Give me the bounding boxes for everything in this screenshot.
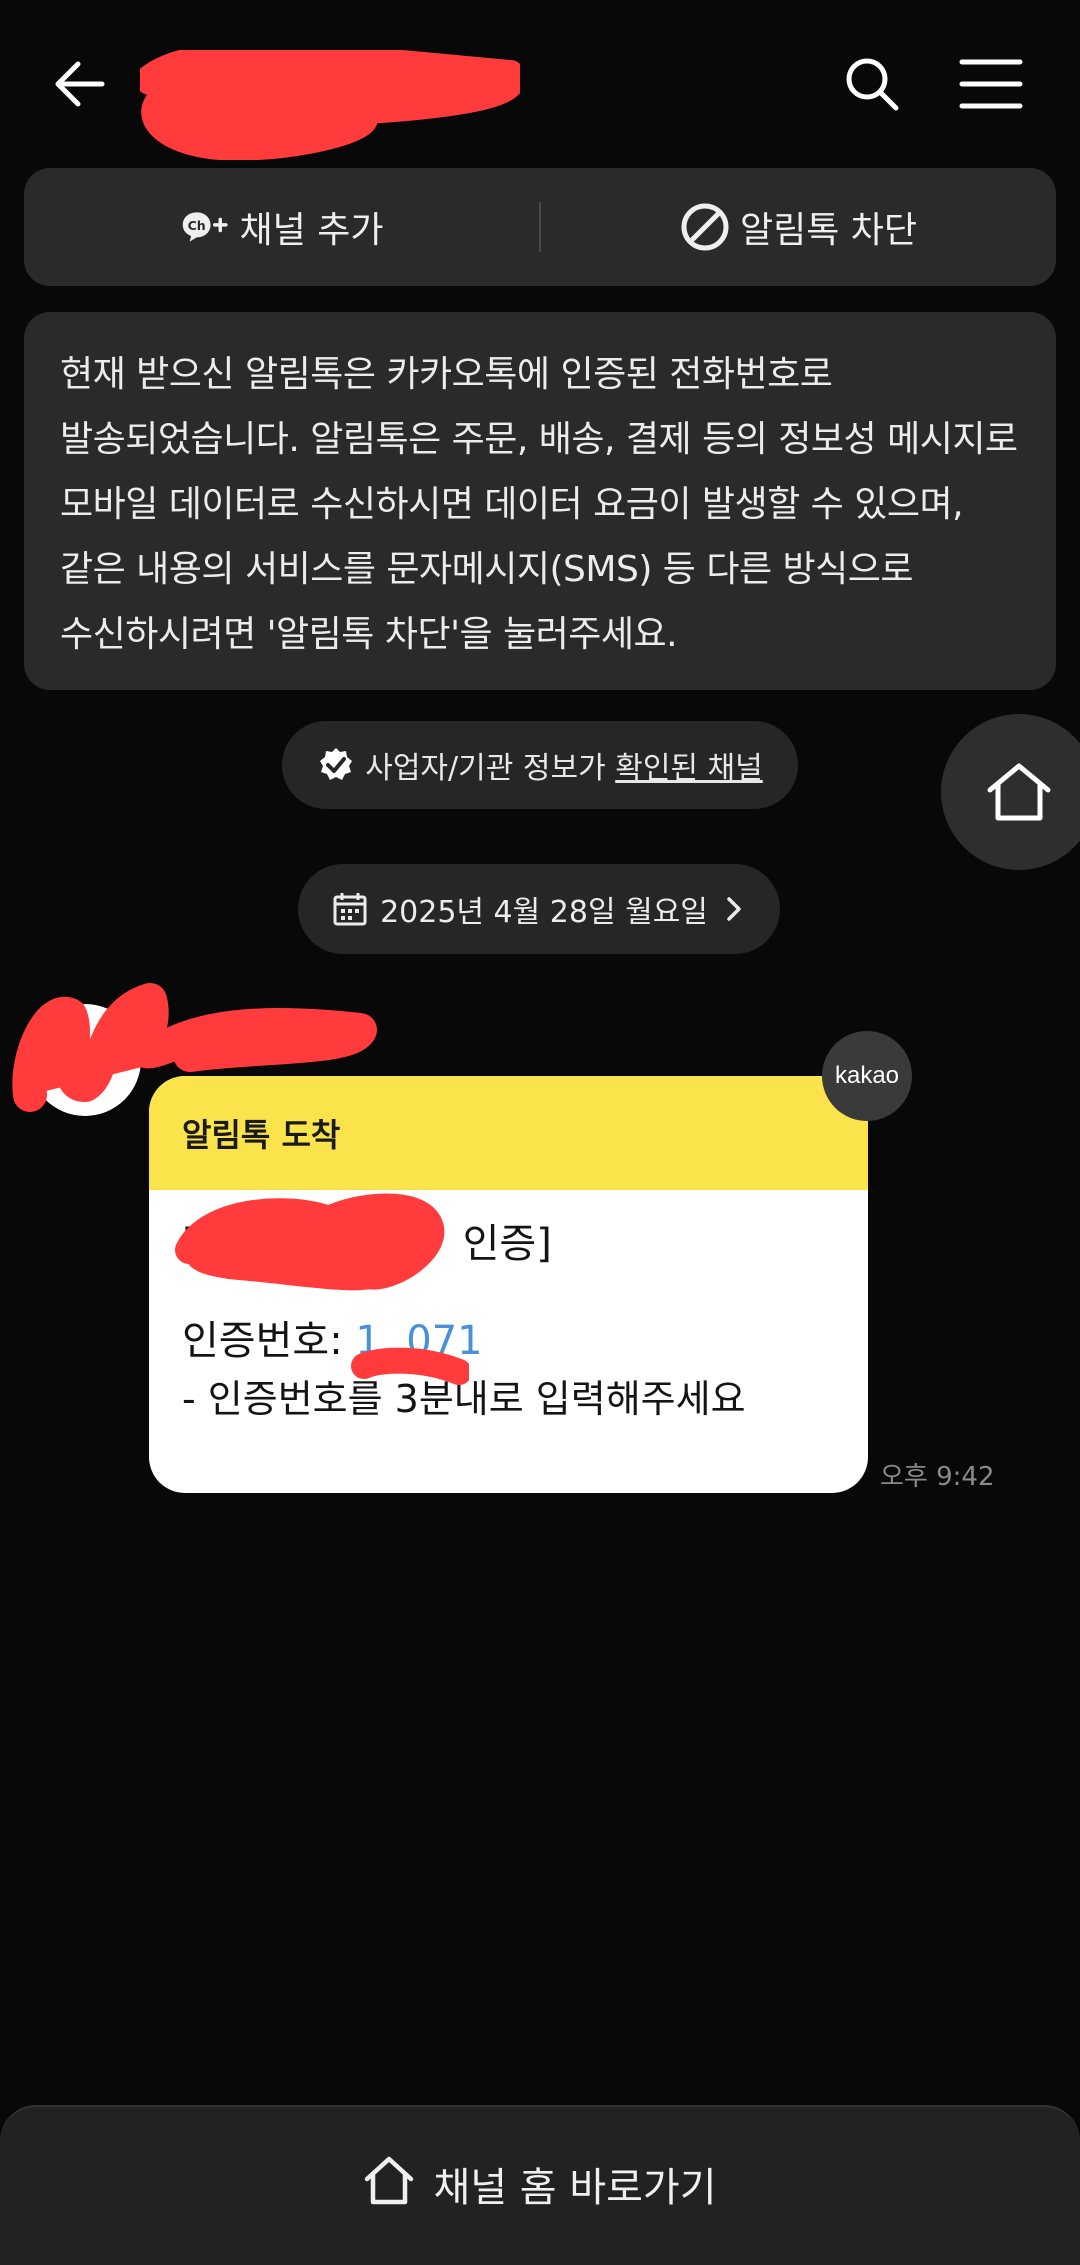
service-name-line: [ 인증] — [182, 1214, 835, 1274]
date-label: 2025년 4월 28일 월요일 — [380, 895, 708, 930]
back-button[interactable] — [48, 52, 112, 116]
channel-plus-icon: Ch — [180, 202, 230, 252]
channel-action-bar: Ch 채널 추가 알림톡 차단 — [24, 168, 1056, 286]
notice-text: 현재 받으신 알림톡은 카카오톡에 인증된 전화번호로 발송되었습니다. 알림톡… — [60, 354, 1018, 655]
home-icon — [987, 763, 1051, 821]
auth-suffix: 인증] — [462, 1221, 552, 1267]
verified-channel-badge: 사업자/기관 정보가 확인된 채널 — [282, 721, 798, 809]
channel-home-button[interactable] — [941, 714, 1080, 870]
chevron-right-icon — [722, 894, 746, 924]
kakao-badge-label: kakao — [834, 1062, 900, 1089]
message-timestamp: 오후 9:42 — [880, 1456, 995, 1493]
verified-prefix: 사업자/기관 정보가 — [365, 751, 616, 786]
verified-check-icon — [317, 746, 355, 784]
bracket-open: [ — [182, 1221, 198, 1267]
auth-code-label: 인증번호: — [182, 1318, 356, 1364]
channel-home-label: 채널 홈 바로가기 — [433, 2165, 717, 2211]
arrow-left-icon — [55, 61, 105, 107]
channel-home-shortcut-bar[interactable]: 채널 홈 바로가기 — [0, 2105, 1080, 2265]
auth-code-line: 인증번호: 1 071 — [182, 1312, 835, 1370]
date-divider[interactable]: 2025년 4월 28일 월요일 — [298, 864, 780, 954]
add-channel-label: 채널 추가 — [239, 210, 384, 251]
search-button[interactable] — [840, 52, 904, 116]
home-icon — [363, 2155, 415, 2207]
top-app-bar — [0, 0, 1080, 165]
alimtalk-message-card: 알림톡 도착 [ 인증] 인증번호: 1 071 - 인증번호를 3분내로 입력해… — [149, 1076, 868, 1493]
hamburger-menu-icon — [959, 59, 1023, 109]
card-body: [ 인증] 인증번호: 1 071 - 인증번호를 3분내로 입력해주세요 — [149, 1190, 868, 1428]
instruction-text: - 인증번호를 3분내로 입력해주세요 — [182, 1377, 746, 1421]
block-icon — [680, 202, 730, 252]
verified-link[interactable]: 확인된 채널 — [615, 743, 763, 787]
block-alimtalk-button[interactable]: 알림톡 차단 — [541, 168, 1056, 286]
search-icon — [846, 58, 899, 111]
calendar-icon — [332, 891, 368, 927]
block-alimtalk-label: 알림톡 차단 — [739, 210, 918, 251]
instruction-line: - 인증번호를 3분내로 입력해주세요 — [182, 1370, 835, 1428]
svg-text:Ch: Ch — [187, 218, 205, 233]
kakao-badge: kakao — [822, 1031, 912, 1121]
auth-code-value[interactable]: 1 071 — [355, 1318, 482, 1364]
timestamp-text: 오후 9:42 — [880, 1462, 995, 1492]
card-header: 알림톡 도착 — [149, 1076, 868, 1190]
card-header-title: 알림톡 도착 — [182, 1116, 341, 1154]
alimtalk-notice: 현재 받으신 알림톡은 카카오톡에 인증된 전화번호로 발송되었습니다. 알림톡… — [24, 312, 1056, 690]
channel-name-redacted — [135, 41, 526, 161]
add-channel-button[interactable]: Ch 채널 추가 — [24, 168, 539, 286]
menu-button[interactable] — [958, 54, 1024, 114]
